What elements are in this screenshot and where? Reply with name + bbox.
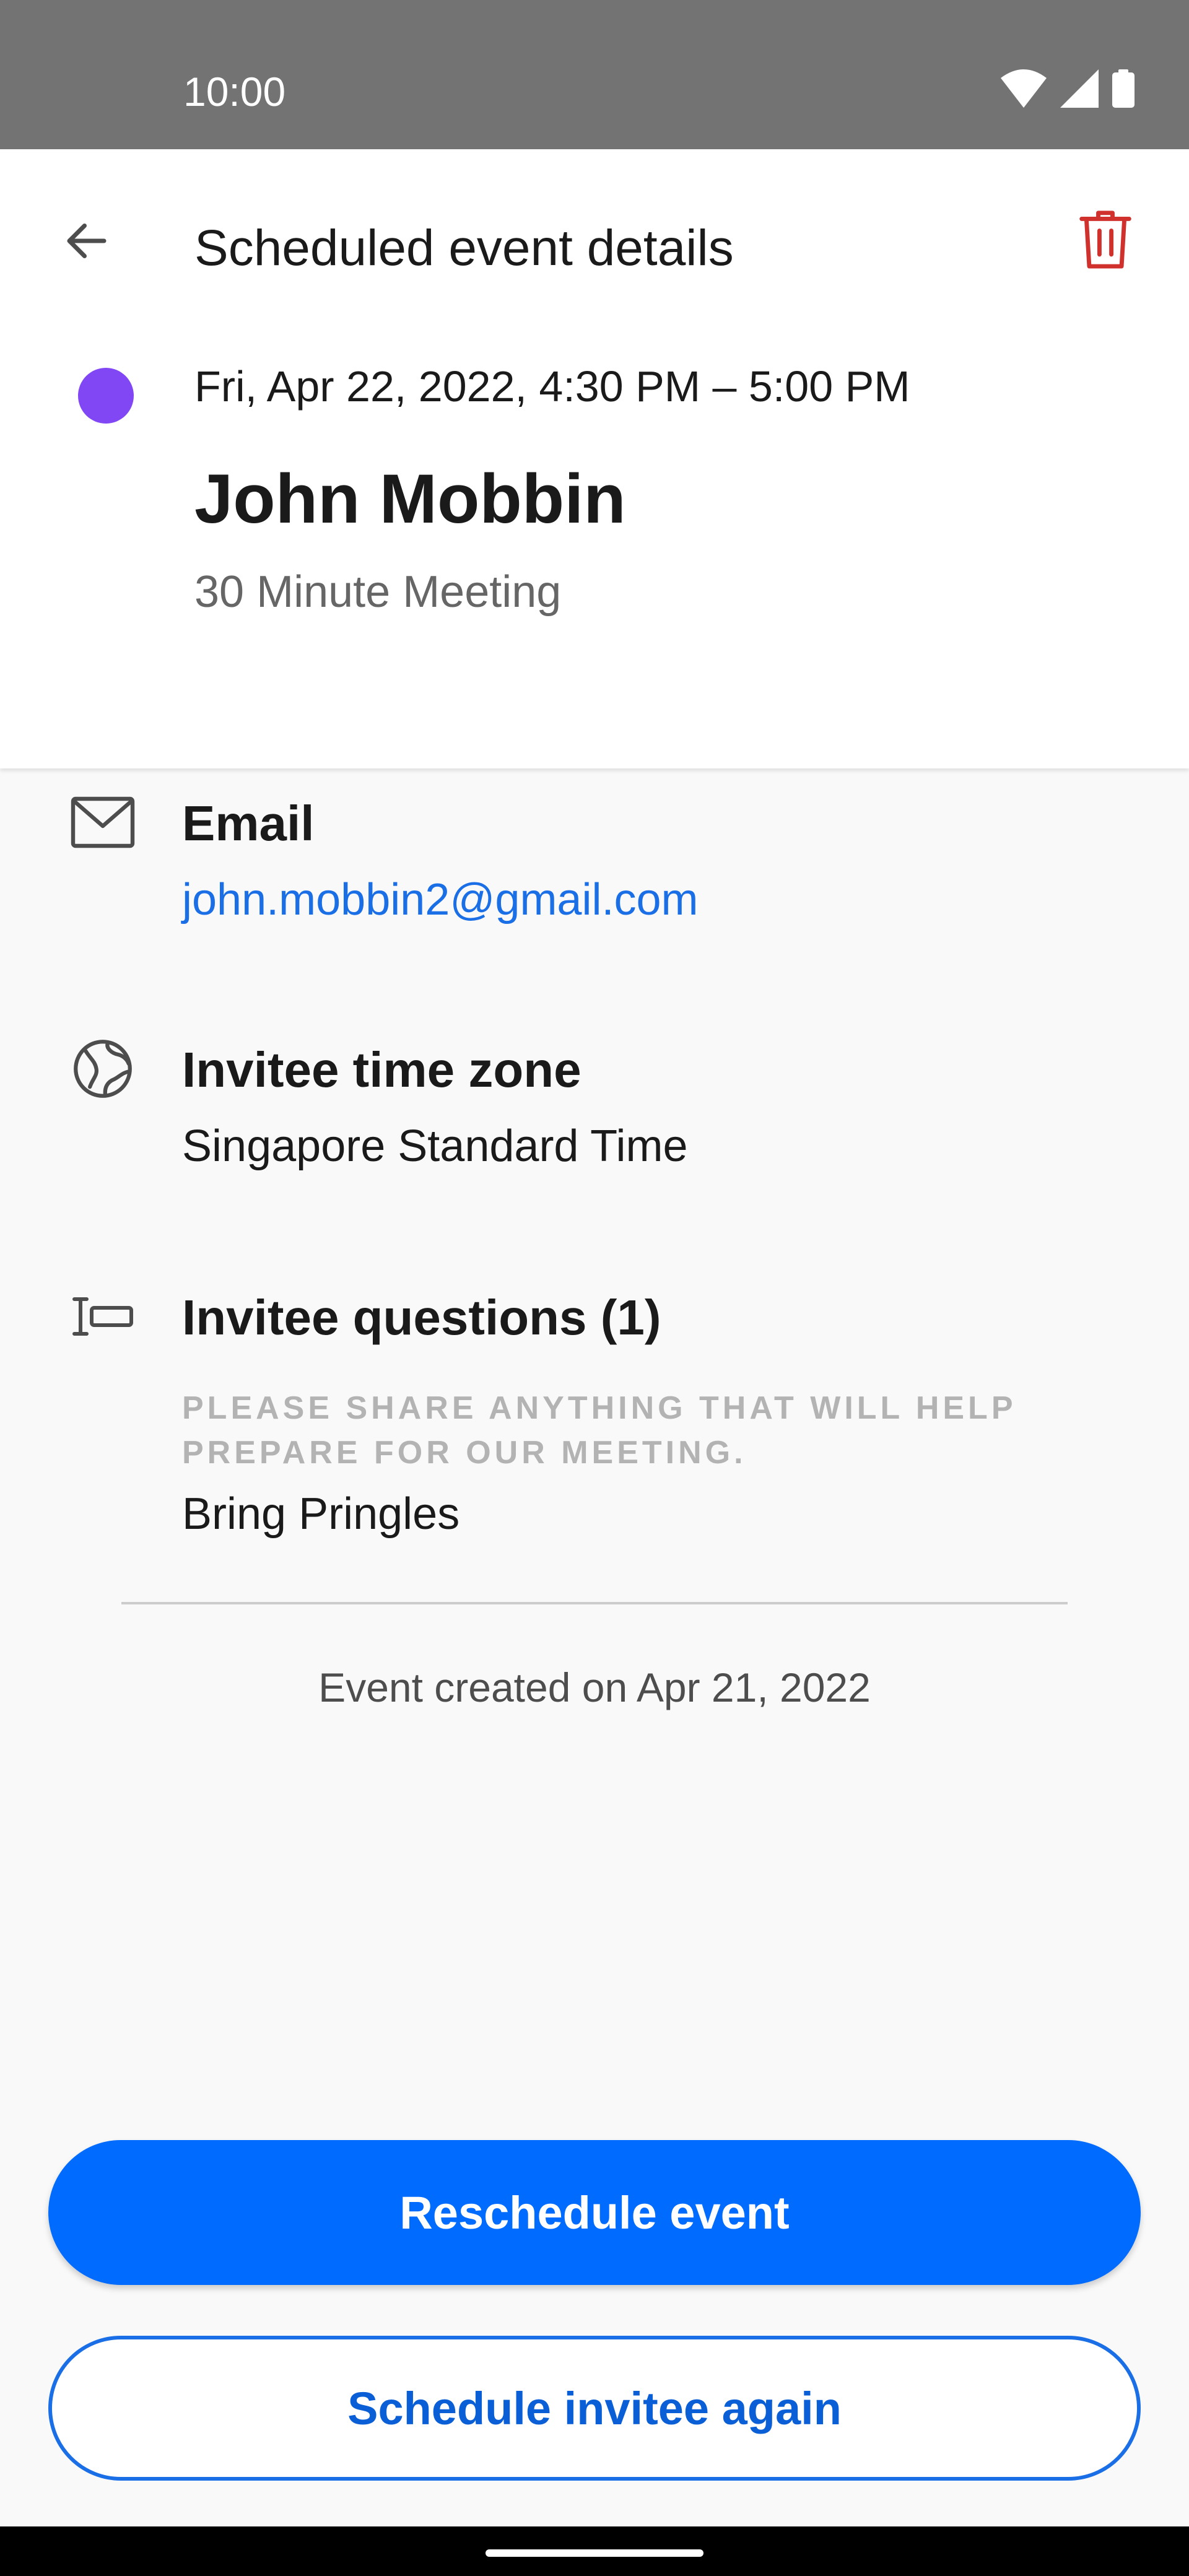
question-answer: Bring Pringles	[182, 1489, 460, 1539]
arrow-back-icon	[61, 215, 113, 270]
trash-icon	[1077, 207, 1134, 274]
invitee-name: John Mobbin	[194, 460, 626, 537]
timezone-title: Invitee time zone	[182, 1042, 581, 1097]
schedule-invitee-again-button[interactable]: Schedule invitee again	[48, 2336, 1141, 2481]
reschedule-event-button[interactable]: Reschedule event	[48, 2140, 1141, 2285]
mail-icon	[66, 785, 140, 859]
status-bar: 10:00	[0, 0, 1189, 149]
delete-event-button[interactable]	[1059, 194, 1152, 287]
status-icons	[1001, 69, 1135, 110]
signal-icon	[1060, 69, 1099, 111]
battery-icon	[1112, 69, 1135, 111]
page-title: Scheduled event details	[194, 220, 734, 276]
event-created-text: Event created on Apr 21, 2022	[318, 1664, 871, 1710]
event-type: 30 Minute Meeting	[194, 567, 562, 617]
questions-title: Invitee questions (1)	[182, 1290, 661, 1345]
email-title: Email	[182, 796, 315, 851]
wifi-icon	[1001, 69, 1047, 111]
event-header-card: Scheduled event details Fri, Apr 22, 202…	[0, 149, 1189, 768]
text-field-icon	[66, 1279, 140, 1354]
globe-icon	[66, 1032, 140, 1106]
back-button[interactable]	[50, 205, 124, 279]
event-datetime: Fri, Apr 22, 2022, 4:30 PM – 5:00 PM	[194, 362, 910, 411]
home-handle[interactable]	[486, 2549, 703, 2557]
email-link[interactable]: john.mobbin2@gmail.com	[182, 872, 698, 928]
timezone-value: Singapore Standard Time	[182, 1121, 688, 1171]
divider	[121, 1602, 1068, 1604]
question-label: PLEASE SHARE ANYTHING THAT WILL HELP PRE…	[182, 1390, 1016, 1471]
status-time: 10:00	[183, 69, 286, 115]
event-color-dot	[78, 368, 134, 424]
